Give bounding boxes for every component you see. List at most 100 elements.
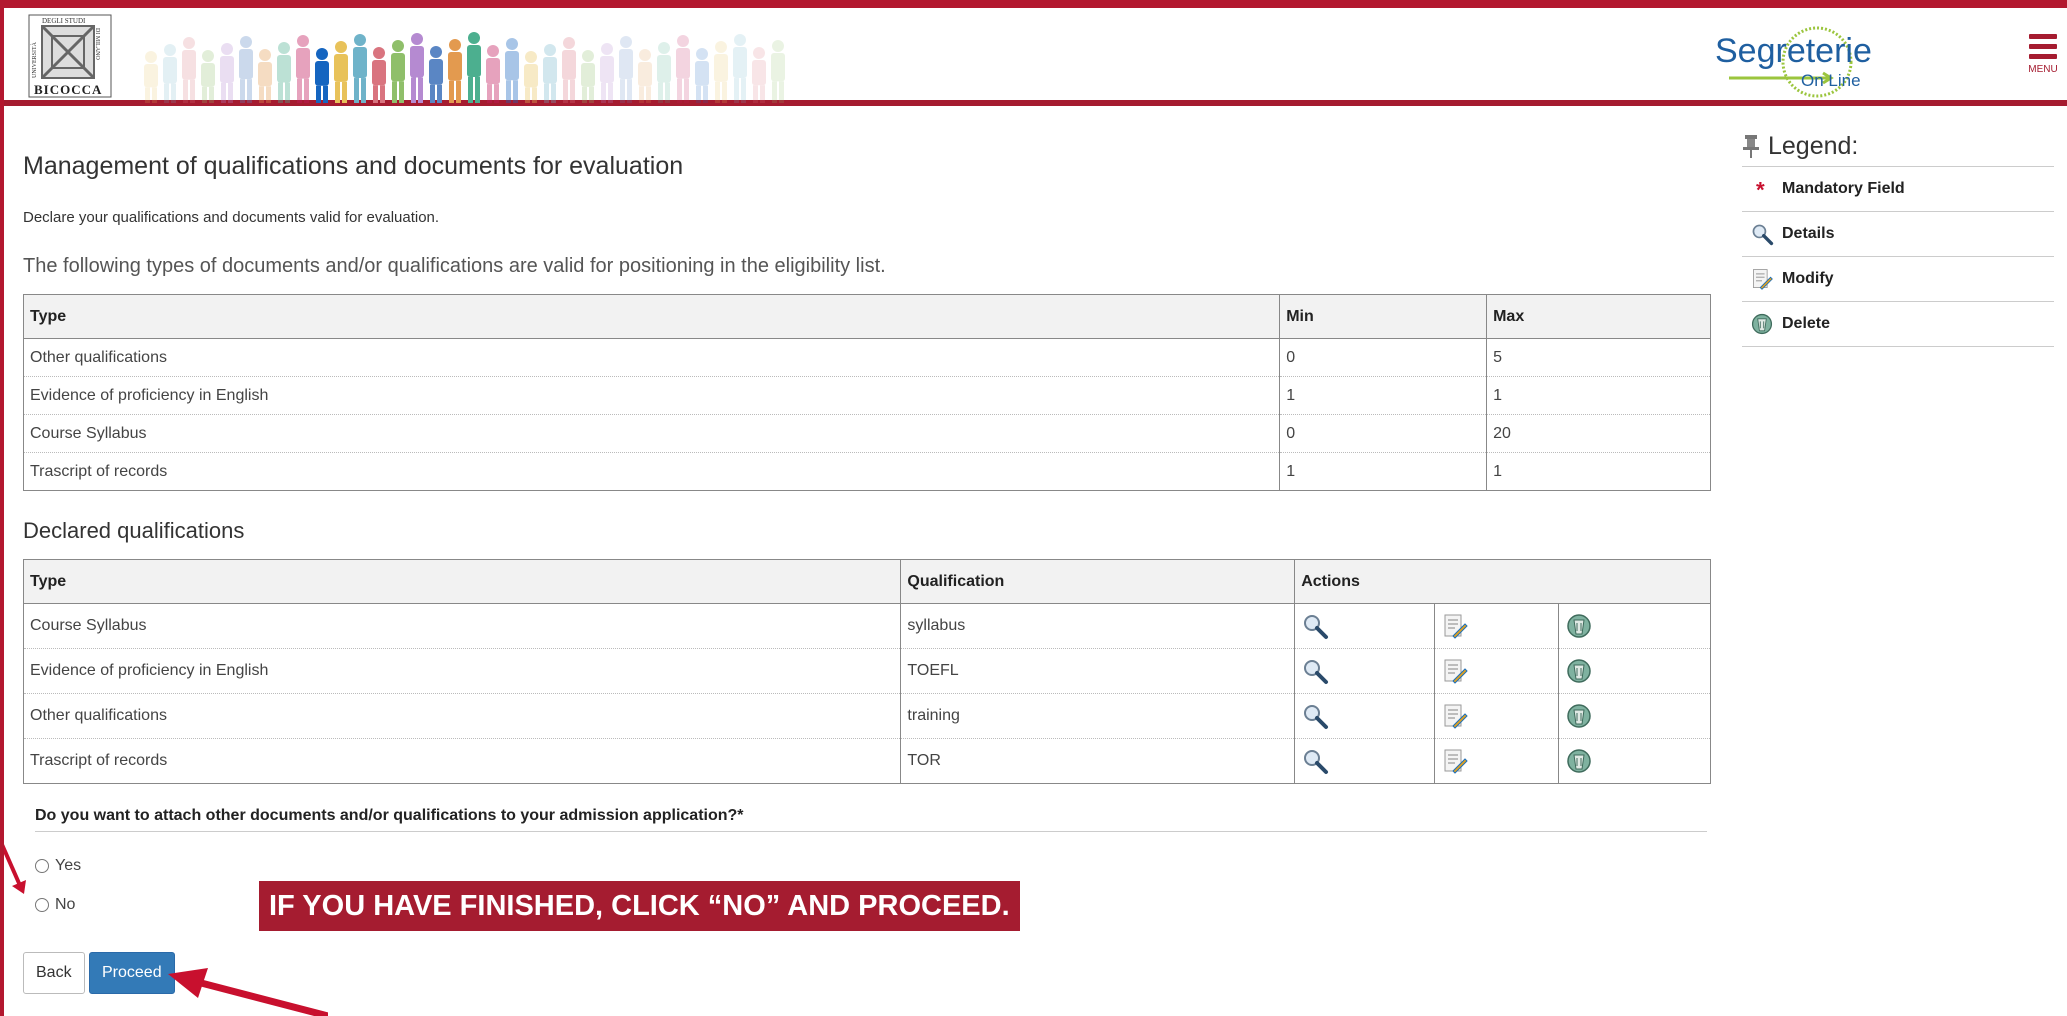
delete-button[interactable] [1565,702,1593,730]
person-figure [448,39,462,103]
legend-title: Legend: [1768,131,1859,160]
magnifier-icon [1304,705,1329,729]
person-figure [714,41,728,103]
legend-item-label: Mandatory Field [1782,180,1905,197]
table-row: Trascript of records TOR [22,738,1711,784]
details-button[interactable] [1301,612,1329,640]
logo-text-left: UNIVERSITÀ [30,41,38,78]
column-header-type: Type [22,559,902,604]
delete-button[interactable] [1565,612,1593,640]
table-header-row: Type Min Max [22,294,1711,339]
document-types-table: Type Min Max Other qualifications 0 5 Ev… [22,294,1711,491]
pushpin-icon [1743,135,1759,158]
edit-icon [1444,704,1468,729]
cell-type: Evidence of proficiency in English [22,376,1281,415]
person-figure [410,33,424,103]
edit-icon [1444,749,1468,774]
edit-icon [1444,659,1468,684]
menu-button[interactable]: MENU [2024,34,2062,94]
cell-type: Course Syllabus [22,603,902,649]
intro-text: The following types of documents and/or … [23,255,886,277]
radio-no-option[interactable]: No [35,896,75,914]
declared-section-title: Declared qualifications [23,518,245,543]
table-row: Course Syllabus syllabus [22,603,1711,649]
person-figure [334,41,348,103]
person-figure [182,37,196,103]
logo-text-top: DEGLI STUDI [42,17,86,25]
details-button[interactable] [1301,657,1329,685]
person-figure [505,38,519,103]
brand-top-text: Segreterie [1715,32,1872,70]
asterisk-icon: * [1756,178,1765,201]
legend-item: Delete [1742,302,2054,347]
table-row: Trascript of records 1 1 [22,452,1711,491]
modify-button[interactable] [1441,612,1469,640]
cell-type: Course Syllabus [22,414,1281,453]
person-figure [524,51,538,103]
cell-max: 1 [1486,452,1711,491]
magnifier-icon [1304,750,1329,774]
cell-action [1434,648,1560,694]
person-figure [676,35,690,103]
logo-text-right: DI MILANO [94,28,100,60]
cell-type: Trascript of records [22,738,902,784]
radio-no[interactable] [35,898,49,912]
details-button[interactable] [1301,747,1329,775]
legend-item: Modify [1742,257,2054,302]
person-figure [581,50,595,103]
radio-yes-label: Yes [55,857,82,874]
svg-text:*: * [1756,178,1765,201]
delete-icon [1567,704,1591,728]
cell-action [1434,738,1560,784]
person-figure [391,40,405,103]
person-figure [600,43,614,103]
edit-icon [1753,269,1773,290]
person-figure [315,48,329,103]
delete-icon [1751,313,1773,335]
person-figure [638,49,652,103]
table-row: Evidence of proficiency in English TOEFL [22,648,1711,694]
column-header-type: Type [22,294,1281,339]
cell-min: 0 [1279,338,1488,377]
cell-action [1294,738,1436,784]
cell-type: Trascript of records [22,452,1281,491]
person-figure [239,36,253,103]
person-figure [771,40,785,103]
cell-qualification: TOEFL [900,648,1296,694]
delete-button[interactable] [1565,657,1593,685]
modify-button[interactable] [1441,702,1469,730]
cell-action [1434,693,1560,739]
proceed-button[interactable]: Proceed [89,952,175,994]
radio-yes[interactable] [35,859,49,873]
bicocca-logo[interactable]: DEGLI STUDI DI MILANO UNIVERSITÀ BICOCCA [28,14,112,98]
page-subtitle: Declare your qualifications and document… [23,209,440,226]
modify-button[interactable] [1441,657,1469,685]
cell-action [1294,693,1436,739]
cell-min: 0 [1279,414,1488,453]
cell-action [1558,693,1711,739]
person-figure [733,34,747,103]
site-header: DEGLI STUDI DI MILANO UNIVERSITÀ BICOCCA… [4,8,2067,106]
menu-label: MENU [2028,64,2058,75]
arrow-annotation-left [0,840,26,894]
hamburger-icon [2029,34,2057,39]
attach-question: Do you want to attach other documents an… [35,807,1707,832]
modify-button[interactable] [1441,747,1469,775]
person-figure [258,49,272,103]
person-figure [657,42,671,103]
people-banner-image [144,32,785,103]
magnifier-icon [1752,224,1774,246]
segreterie-online-logo[interactable]: Segreterie On Line [1709,16,1909,106]
delete-button[interactable] [1565,747,1593,775]
cell-action [1434,603,1560,649]
cell-action [1558,603,1711,649]
cell-min: 1 [1279,376,1488,415]
column-header-qualification: Qualification [900,559,1296,604]
cell-qualification: training [900,693,1296,739]
column-header-actions: Actions [1294,559,1711,604]
magnifier-icon [1304,615,1329,639]
radio-yes-option[interactable]: Yes [35,857,81,875]
cell-max: 20 [1486,414,1711,453]
back-button[interactable]: Back [23,952,85,994]
details-button[interactable] [1301,702,1329,730]
